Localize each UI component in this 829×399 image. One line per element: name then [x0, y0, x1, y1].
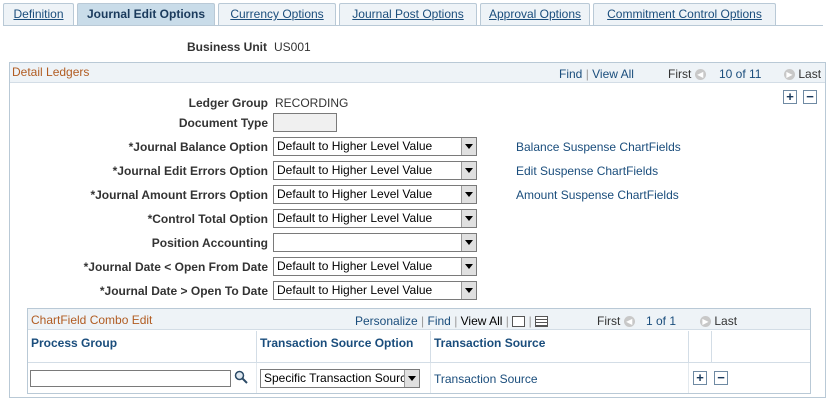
transaction-source-cell: Transaction Source	[431, 363, 689, 393]
journal-edit-errors-option-label: *Journal Edit Errors Option	[112, 164, 268, 178]
last-nav[interactable]: ▶ Last	[784, 67, 821, 81]
journal-balance-option-value: Default to Higher Level Value	[277, 139, 433, 153]
previous-icon[interactable]: ◀	[694, 69, 706, 81]
grid-next-icon[interactable]: ▶	[700, 316, 711, 328]
edit-suspense-chartfields-link[interactable]: Edit Suspense ChartFields	[516, 164, 658, 178]
combo-edit-header: ChartField Combo Edit Personalize | Find…	[28, 309, 810, 330]
grid-row-count: 1 of 1	[646, 314, 677, 328]
tab-approval-options[interactable]: Approval Options	[480, 3, 590, 25]
transaction-source-option-cell: Specific Transaction Source	[257, 363, 431, 393]
add-row-button[interactable]: +	[783, 90, 797, 104]
balance-suspense-chartfields-link[interactable]: Balance Suspense ChartFields	[516, 140, 681, 154]
view-all-link[interactable]: View All	[592, 67, 634, 81]
combo-edit-title: ChartField Combo Edit	[31, 313, 153, 327]
chartfield-combo-edit-grid: ChartField Combo Edit Personalize | Find…	[27, 308, 811, 394]
tab-journal-post-options[interactable]: Journal Post Options	[339, 3, 477, 25]
last-label: Last	[798, 67, 822, 81]
detail-ledgers-nav: Find | View All	[559, 67, 634, 81]
chevron-down-icon[interactable]	[461, 138, 476, 155]
tab-commitment-control-options[interactable]: Commitment Control Options	[593, 3, 776, 25]
grid-add-row-button[interactable]: +	[693, 371, 707, 385]
grid-find-link[interactable]: Find	[428, 314, 451, 328]
journal-date-open-from-select[interactable]: Default to Higher Level Value	[273, 257, 477, 276]
chevron-down-icon[interactable]	[461, 186, 476, 203]
detail-ledgers-title: Detail Ledgers	[12, 65, 90, 79]
control-total-option-select[interactable]: Default to Higher Level Value	[273, 209, 477, 228]
business-unit-value: US001	[274, 40, 311, 54]
transaction-source-option-select[interactable]: Specific Transaction Source	[260, 369, 420, 388]
grid-first-nav[interactable]: First ◀	[597, 314, 635, 328]
chevron-down-icon[interactable]	[461, 162, 476, 179]
journal-date-open-from-label: *Journal Date < Open From Date	[83, 260, 268, 274]
document-type-label: Document Type	[178, 116, 268, 130]
tab-divider	[3, 25, 823, 26]
grid-last-nav[interactable]: ▶ Last	[700, 314, 737, 328]
download-grid-icon[interactable]	[535, 316, 549, 328]
column-process-group[interactable]: Process Group	[28, 331, 257, 363]
grid-first-label: First	[597, 314, 621, 328]
ledger-group-value: RECORDING	[275, 96, 349, 110]
column-transaction-source[interactable]: Transaction Source	[431, 331, 689, 363]
journal-amount-errors-option-select[interactable]: Default to Higher Level Value	[273, 185, 477, 204]
chevron-down-icon[interactable]	[461, 282, 476, 299]
first-nav[interactable]: First ◀	[668, 67, 706, 81]
journal-date-open-to-value: Default to Higher Level Value	[277, 283, 433, 297]
control-total-option-label: *Control Total Option	[147, 212, 268, 226]
amount-suspense-chartfields-link[interactable]: Amount Suspense ChartFields	[516, 188, 679, 202]
column-delete	[712, 331, 810, 363]
transaction-source-option-value: Specific Transaction Source	[264, 371, 413, 385]
chevron-down-icon[interactable]	[461, 234, 476, 251]
tab-definition[interactable]: Definition	[3, 3, 74, 25]
journal-amount-errors-option-label: *Journal Amount Errors Option	[90, 188, 268, 202]
detail-ledgers-header: Detail Ledgers Find | View All First ◀ 1…	[10, 63, 825, 83]
tab-journal-edit-options[interactable]: Journal Edit Options	[77, 3, 215, 26]
find-link[interactable]: Find	[559, 67, 582, 81]
grid-delete-row-button[interactable]: −	[714, 371, 728, 385]
journal-edit-errors-option-value: Default to Higher Level Value	[277, 163, 433, 177]
document-type-field[interactable]	[273, 113, 337, 132]
detail-ledgers-section: Detail Ledgers Find | View All First ◀ 1…	[9, 62, 826, 398]
personalize-link[interactable]: Personalize	[355, 314, 418, 328]
process-group-input[interactable]	[30, 370, 231, 387]
business-unit-label: Business Unit	[186, 40, 267, 54]
journal-edit-errors-option-select[interactable]: Default to Higher Level Value	[273, 161, 477, 180]
combo-edit-toolbar: Personalize | Find | View All | |	[355, 314, 549, 328]
table-row	[28, 363, 257, 393]
tab-bar: Definition Journal Edit Options Currency…	[3, 3, 823, 27]
chevron-down-icon[interactable]	[404, 370, 419, 387]
row-count: 10 of 11	[719, 67, 762, 81]
chevron-down-icon[interactable]	[461, 258, 476, 275]
grid-last-label: Last	[714, 314, 738, 328]
journal-date-open-to-label: *Journal Date > Open To Date	[99, 284, 268, 298]
delete-row-button[interactable]: −	[803, 90, 817, 104]
control-total-option-value: Default to Higher Level Value	[277, 211, 433, 225]
journal-date-open-to-select[interactable]: Default to Higher Level Value	[273, 281, 477, 300]
position-accounting-select[interactable]	[273, 233, 477, 252]
search-icon[interactable]	[234, 370, 248, 384]
position-accounting-label: Position Accounting	[151, 236, 268, 250]
journal-amount-errors-option-value: Default to Higher Level Value	[277, 187, 433, 201]
transaction-source-link[interactable]: Transaction Source	[434, 372, 538, 386]
grid-view-all-link[interactable]: View All	[461, 314, 503, 328]
tab-currency-options[interactable]: Currency Options	[218, 3, 336, 25]
chevron-down-icon[interactable]	[461, 210, 476, 227]
journal-balance-option-label: *Journal Balance Option	[128, 140, 268, 154]
first-label: First	[668, 67, 692, 81]
new-window-icon[interactable]	[512, 316, 526, 328]
grid-previous-icon[interactable]: ◀	[623, 316, 635, 328]
next-icon[interactable]: ▶	[784, 69, 795, 81]
column-add	[689, 331, 712, 363]
column-transaction-source-option[interactable]: Transaction Source Option	[257, 331, 431, 363]
journal-balance-option-select[interactable]: Default to Higher Level Value	[273, 137, 477, 156]
ledger-group-label: Ledger Group	[188, 96, 268, 110]
journal-date-open-from-value: Default to Higher Level Value	[277, 259, 433, 273]
